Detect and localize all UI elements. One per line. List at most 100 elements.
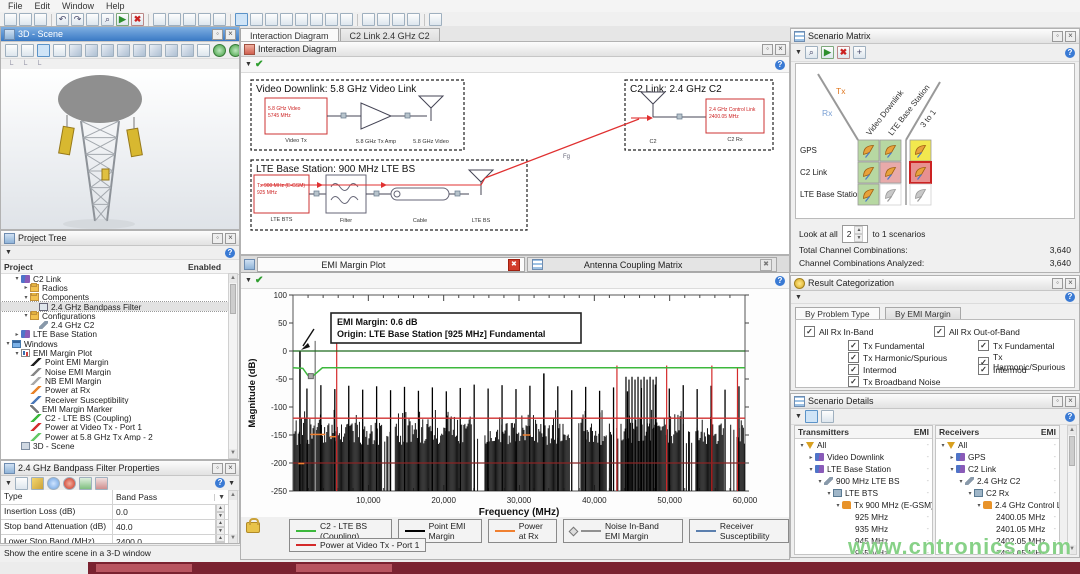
view-right-icon[interactable] — [133, 44, 146, 57]
property-value-field[interactable]: 40.0▲▼ — [113, 520, 228, 534]
tab-antenna-coupling-matrix[interactable]: Antenna Coupling Matrix ✖ — [527, 257, 777, 272]
close-icon[interactable]: × — [1065, 396, 1076, 407]
help-icon[interactable] — [429, 13, 442, 26]
tree-item-video-downlink[interactable]: ▸Video Downlink- — [795, 451, 932, 463]
collapse-icon[interactable]: ▾ — [22, 312, 30, 319]
view-front-icon[interactable] — [85, 44, 98, 57]
layout-cells-icon[interactable] — [310, 13, 323, 26]
legend-bar-icon[interactable] — [53, 44, 66, 57]
checkbox-icon[interactable]: ✓ — [978, 364, 989, 375]
spin-down-icon[interactable]: ▼ — [854, 234, 863, 242]
window-cascade-icon[interactable] — [168, 13, 181, 26]
help-icon[interactable]: ? — [775, 60, 785, 70]
bulb-icon[interactable] — [47, 477, 60, 490]
find-icon[interactable]: ⌕ — [805, 46, 818, 59]
window-tile-icon[interactable] — [183, 13, 196, 26]
tree-item-lte-bts[interactable]: ▾LTE BTS- — [795, 487, 932, 499]
tree-item-lte-base-station[interactable]: ▾LTE Base Station- — [795, 463, 932, 475]
undo-icon[interactable]: ↶ — [56, 13, 69, 26]
tree-item-c2-rx[interactable]: ▾C2 Rx- — [936, 487, 1059, 499]
tree-item-power-at-5-8-ghz-tx-amp-2[interactable]: Power at 5.8 GHz Tx Amp - 2 — [1, 432, 228, 441]
spinner[interactable]: ▲▼ — [215, 505, 225, 519]
close-icon[interactable]: × — [225, 233, 236, 244]
tree-item-2-4-ghz-c2[interactable]: ▾2.4 GHz C2- — [936, 475, 1059, 487]
legend-item-2[interactable]: Power at Rx — [488, 519, 557, 543]
property-value-field[interactable]: 2400.0▲▼ — [113, 535, 228, 544]
view-left-icon[interactable] — [117, 44, 130, 57]
collapse-icon[interactable]: ▾ — [4, 340, 12, 347]
legend-item-5[interactable]: Power at Video Tx - Port 1 — [289, 538, 426, 552]
layout-grid-icon[interactable] — [280, 13, 293, 26]
antenna[interactable] — [641, 92, 665, 104]
checkbox-tx-fundamental-1[interactable]: ✓Tx Fundamental — [978, 340, 1054, 351]
collapse-icon[interactable]: ▾ — [957, 478, 965, 485]
tree-item-gps[interactable]: ▸GPS- — [936, 451, 1059, 463]
help-icon[interactable]: ? — [1065, 292, 1075, 302]
float-icon[interactable]: ◦ — [1052, 396, 1063, 407]
chevron-down-icon[interactable]: ▼ — [795, 294, 802, 301]
column-project[interactable]: Project — [4, 262, 188, 272]
float-icon[interactable]: ◦ — [212, 233, 223, 244]
help-icon[interactable]: ? — [1065, 412, 1075, 422]
tree-item-noise-emi-margin[interactable]: Noise EMI Margin — [1, 367, 228, 376]
checkbox-tx-harmonic-spurious-0[interactable]: ✓Tx Harmonic/Spurious — [848, 352, 947, 363]
float-icon[interactable]: ◦ — [762, 44, 773, 55]
float-icon[interactable]: ◦ — [212, 463, 223, 474]
tree-item-point-emi-margin[interactable]: Point EMI Margin — [1, 358, 228, 367]
tree-item-c2-link[interactable]: ▾C2 Link — [1, 274, 228, 283]
checkbox-icon[interactable]: ✓ — [848, 364, 859, 375]
help-icon[interactable]: ? — [775, 276, 785, 286]
tree-item-all[interactable]: ▾All- — [795, 439, 932, 451]
close-tab-icon[interactable]: ✖ — [508, 259, 520, 271]
filter-component[interactable] — [326, 175, 366, 213]
checkbox-tx-broadband-noise-0[interactable]: ✓Tx Broadband Noise — [848, 376, 941, 387]
tree-item-c2-lte-bs-coupling-[interactable]: C2 - LTE BS (Coupling) — [1, 413, 228, 422]
float-icon[interactable]: ◦ — [212, 29, 223, 40]
interaction-canvas[interactable]: Video Downlink: 5.8 GHz Video Link5.8 GH… — [241, 72, 789, 254]
find-icon[interactable]: ⌕ — [101, 13, 114, 26]
menu-edit[interactable]: Edit — [30, 1, 56, 11]
redo-icon[interactable]: ↷ — [71, 13, 84, 26]
table-remove-icon[interactable] — [95, 477, 108, 490]
help-icon[interactable]: ? — [215, 478, 225, 488]
layout-two-columns-icon[interactable] — [250, 13, 263, 26]
calculator-icon[interactable] — [15, 477, 28, 490]
antenna-tool-icon[interactable] — [362, 13, 375, 26]
scroll-down-icon[interactable]: ▼ — [229, 534, 237, 543]
open-file-icon[interactable] — [19, 13, 32, 26]
spin-down-icon[interactable]: ▼ — [216, 542, 225, 544]
spin-up-icon[interactable]: ▲ — [216, 505, 225, 512]
result-tool-icon[interactable] — [407, 13, 420, 26]
tree-item-all[interactable]: ▾All- — [936, 439, 1059, 451]
expand-icon[interactable]: ▸ — [948, 454, 956, 461]
legend-item-4[interactable]: Receiver Susceptibility — [689, 519, 789, 543]
scroll-up-icon[interactable]: ▲ — [1068, 426, 1076, 435]
tree-item-configurations[interactable]: ▾Configurations — [1, 311, 228, 320]
spin-down-icon[interactable]: ▼ — [216, 527, 225, 534]
checkbox-icon[interactable]: ✓ — [934, 326, 945, 337]
tree-item-c2-link[interactable]: ▾C2 Link- — [936, 463, 1059, 475]
new-file-icon[interactable] — [4, 13, 17, 26]
coupling-tool-icon[interactable] — [377, 13, 390, 26]
move-crosshair-icon[interactable]: + — [853, 46, 866, 59]
tree-item-lte-base-station[interactable]: ▸LTE Base Station — [1, 330, 228, 339]
tree-item-emi-margin-plot[interactable]: ▾EMI Margin Plot — [1, 348, 228, 357]
float-icon[interactable]: ◦ — [1052, 278, 1063, 289]
window-restore-icon[interactable] — [153, 13, 166, 26]
checkbox-icon[interactable]: ✓ — [848, 340, 859, 351]
menu-file[interactable]: File — [3, 1, 28, 11]
collapse-icon[interactable]: ▾ — [13, 350, 21, 357]
stop-analysis-icon[interactable]: ✖ — [131, 13, 144, 26]
close-tab-icon[interactable]: ✖ — [760, 259, 772, 271]
tree-item-radios[interactable]: ▸Radios — [1, 283, 228, 292]
checkbox-icon[interactable]: ✓ — [848, 376, 859, 387]
collapse-icon[interactable]: ▾ — [22, 294, 30, 301]
close-icon[interactable]: × — [225, 29, 236, 40]
layout-three-columns-icon[interactable] — [265, 13, 278, 26]
axes-triad-icon[interactable] — [21, 44, 34, 57]
property-value-field[interactable]: Band Pass▼ — [113, 490, 228, 504]
tree-item-emi-margin-marker[interactable]: EMI Margin Marker — [1, 404, 228, 413]
spinner[interactable]: ▲▼ — [215, 535, 225, 544]
tree-item-3d-scene[interactable]: 3D - Scene — [1, 441, 228, 450]
lock-icon[interactable] — [246, 522, 260, 533]
